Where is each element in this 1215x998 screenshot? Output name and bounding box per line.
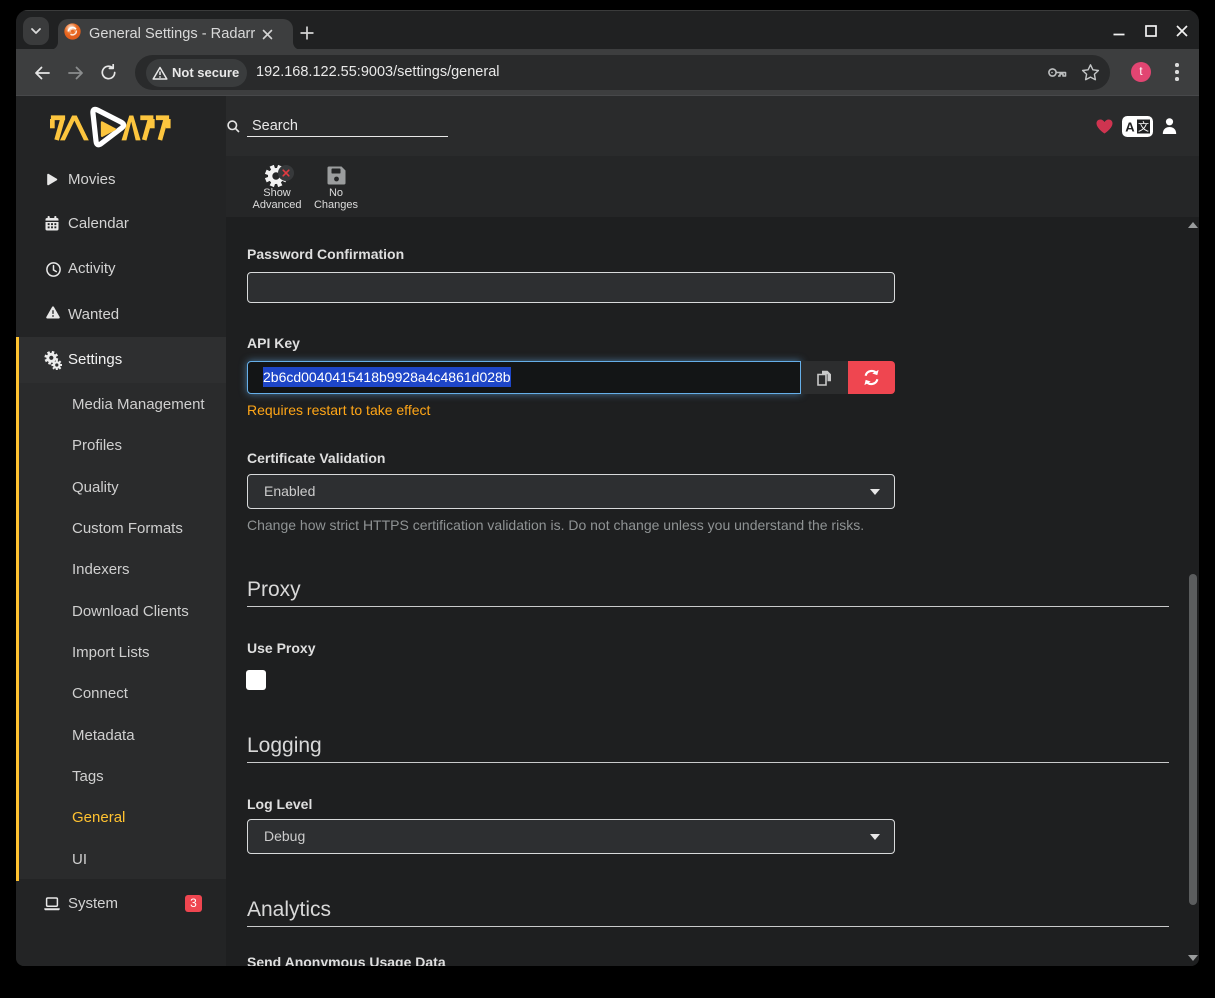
svg-text:A: A [1125,120,1135,135]
svg-text:文: 文 [1138,120,1149,134]
